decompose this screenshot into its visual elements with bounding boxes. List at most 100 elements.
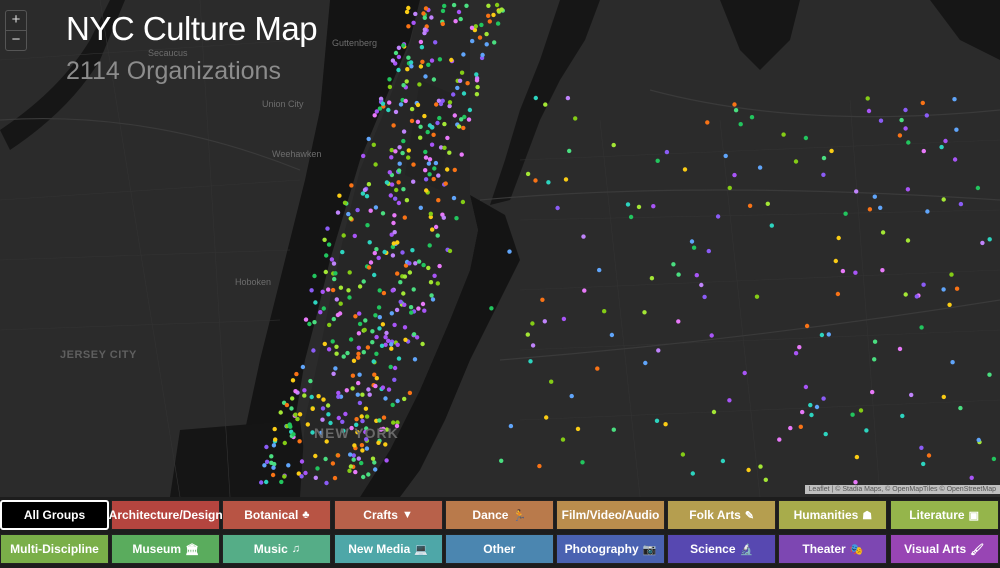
organization-marker[interactable] xyxy=(348,337,354,342)
organization-marker[interactable] xyxy=(941,197,946,202)
organization-marker[interactable] xyxy=(272,426,277,432)
organization-marker[interactable] xyxy=(489,306,494,311)
organization-marker[interactable] xyxy=(407,390,413,396)
organization-marker[interactable] xyxy=(903,107,908,113)
organization-marker[interactable] xyxy=(903,292,908,297)
organization-marker[interactable] xyxy=(401,291,406,296)
organization-marker[interactable] xyxy=(870,389,875,395)
organization-marker[interactable] xyxy=(364,194,370,199)
organization-marker[interactable] xyxy=(872,339,878,344)
organization-marker[interactable] xyxy=(326,287,331,292)
organization-marker[interactable] xyxy=(406,5,411,11)
organization-marker[interactable] xyxy=(401,187,406,192)
organization-marker[interactable] xyxy=(373,162,378,167)
organization-marker[interactable] xyxy=(352,443,357,448)
organization-marker[interactable] xyxy=(840,268,846,274)
organization-marker[interactable] xyxy=(415,102,421,108)
zoom-out-button[interactable]: − xyxy=(6,30,26,50)
organization-marker[interactable] xyxy=(429,125,435,130)
organization-marker[interactable] xyxy=(330,339,335,344)
filter-button-film-video-audio[interactable]: Film/Video/Audio xyxy=(556,500,665,530)
organization-marker[interactable] xyxy=(555,205,560,211)
organization-marker[interactable] xyxy=(273,437,278,442)
organization-marker[interactable] xyxy=(297,412,303,417)
organization-marker[interactable] xyxy=(360,191,366,196)
organization-marker[interactable] xyxy=(293,412,298,417)
organization-marker[interactable] xyxy=(325,226,330,231)
organization-marker[interactable] xyxy=(372,272,377,278)
organization-marker[interactable] xyxy=(808,402,813,408)
organization-marker[interactable] xyxy=(469,25,475,30)
organization-marker[interactable] xyxy=(305,422,310,427)
organization-marker[interactable] xyxy=(397,145,402,150)
organization-marker[interactable] xyxy=(442,3,447,9)
organization-marker[interactable] xyxy=(372,460,377,465)
organization-marker[interactable] xyxy=(300,364,306,370)
organization-marker[interactable] xyxy=(427,157,433,162)
organization-marker[interactable] xyxy=(987,372,992,377)
organization-marker[interactable] xyxy=(381,415,387,420)
organization-marker[interactable] xyxy=(384,180,390,185)
organization-marker[interactable] xyxy=(288,424,293,429)
organization-marker[interactable] xyxy=(336,390,341,396)
organization-marker[interactable] xyxy=(742,370,747,376)
organization-marker[interactable] xyxy=(270,472,276,478)
organization-marker[interactable] xyxy=(409,118,415,124)
organization-marker[interactable] xyxy=(921,282,926,287)
organization-marker[interactable] xyxy=(348,452,353,457)
organization-marker[interactable] xyxy=(437,57,443,62)
organization-marker[interactable] xyxy=(394,307,400,313)
organization-marker[interactable] xyxy=(903,126,908,131)
organization-marker[interactable] xyxy=(694,273,699,278)
organization-marker[interactable] xyxy=(340,249,345,255)
organization-marker[interactable] xyxy=(919,445,924,450)
organization-marker[interactable] xyxy=(401,129,407,134)
organization-marker[interactable] xyxy=(705,120,710,125)
organization-marker[interactable] xyxy=(649,276,655,281)
organization-marker[interactable] xyxy=(821,155,827,161)
organization-marker[interactable] xyxy=(392,377,397,382)
organization-marker[interactable] xyxy=(823,431,828,437)
organization-marker[interactable] xyxy=(392,365,398,371)
organization-marker[interactable] xyxy=(499,7,504,12)
organization-marker[interactable] xyxy=(628,214,634,220)
organization-marker[interactable] xyxy=(389,311,394,316)
organization-marker[interactable] xyxy=(323,269,328,275)
organization-marker[interactable] xyxy=(379,343,385,348)
organization-marker[interactable] xyxy=(308,378,313,384)
filter-button-literature[interactable]: Literature ▣ xyxy=(889,500,999,530)
organization-marker[interactable] xyxy=(322,341,327,347)
organization-marker[interactable] xyxy=(388,193,393,198)
organization-marker[interactable] xyxy=(386,387,392,392)
organization-marker[interactable] xyxy=(341,233,346,238)
organization-marker[interactable] xyxy=(451,2,457,8)
organization-marker[interactable] xyxy=(327,322,332,328)
organization-marker[interactable] xyxy=(386,338,391,343)
organization-marker[interactable] xyxy=(533,178,538,183)
organization-marker[interactable] xyxy=(419,45,425,50)
organization-marker[interactable] xyxy=(470,38,475,44)
organization-marker[interactable] xyxy=(404,79,409,84)
organization-marker[interactable] xyxy=(346,211,351,217)
organization-marker[interactable] xyxy=(897,133,903,138)
organization-marker[interactable] xyxy=(429,58,435,63)
organization-marker[interactable] xyxy=(836,235,841,241)
organization-marker[interactable] xyxy=(544,415,549,420)
organization-marker[interactable] xyxy=(486,3,491,8)
organization-marker[interactable] xyxy=(947,302,952,307)
organization-marker[interactable] xyxy=(486,13,491,18)
organization-marker[interactable] xyxy=(651,204,656,209)
organization-marker[interactable] xyxy=(373,383,378,389)
organization-marker[interactable] xyxy=(313,475,318,480)
organization-marker[interactable] xyxy=(376,440,381,445)
organization-marker[interactable] xyxy=(420,341,425,347)
organization-marker[interactable] xyxy=(371,142,376,147)
organization-marker[interactable] xyxy=(336,394,341,399)
organization-marker[interactable] xyxy=(320,406,326,411)
organization-marker[interactable] xyxy=(334,351,339,356)
organization-marker[interactable] xyxy=(456,124,462,129)
organization-marker[interactable] xyxy=(362,327,367,333)
organization-marker[interactable] xyxy=(430,227,435,232)
organization-marker[interactable] xyxy=(458,16,463,22)
organization-marker[interactable] xyxy=(451,92,456,97)
